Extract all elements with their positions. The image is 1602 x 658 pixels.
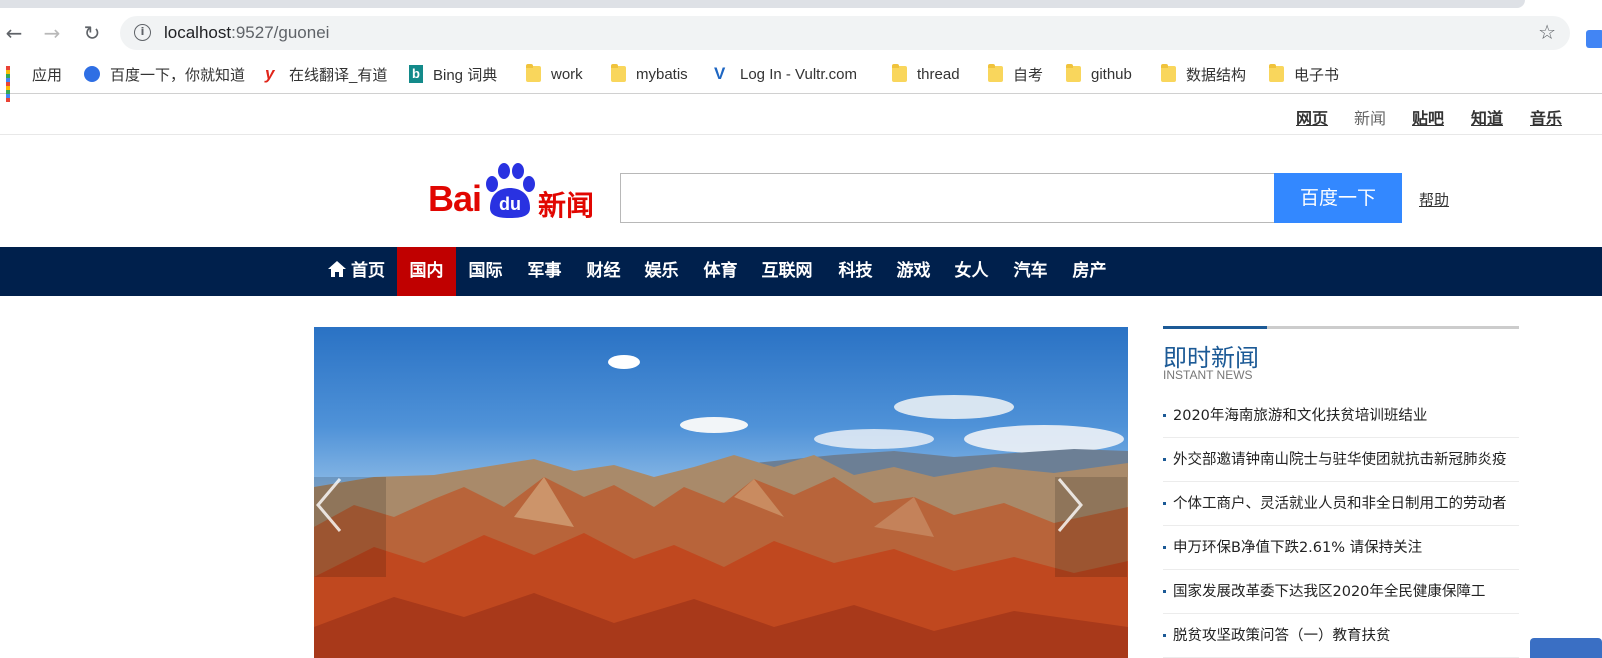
- home-icon: [328, 261, 346, 277]
- topnav-web[interactable]: 网页: [1296, 105, 1328, 129]
- chevron-right-icon: [1057, 478, 1083, 532]
- youdao-icon: y: [265, 64, 275, 83]
- bookmark-bing[interactable]: b Bing 词典: [409, 63, 497, 85]
- bookmark-thread[interactable]: thread: [892, 63, 960, 85]
- bookmark-work[interactable]: work: [526, 63, 583, 85]
- extension-icon[interactable]: [1586, 30, 1602, 48]
- side-float-tab[interactable]: [1530, 638, 1602, 658]
- url-text[interactable]: localhost:9527/guonei: [164, 23, 329, 43]
- browser-toolbar: ← → ↻ i localhost:9527/guonei ☆: [0, 10, 1602, 54]
- channel-caijing[interactable]: 财经: [574, 247, 633, 296]
- logo-xinwen-text: 新闻: [538, 189, 595, 222]
- topnav-music[interactable]: 音乐: [1530, 105, 1562, 129]
- bookmark-baidu[interactable]: 百度一下，你就知道: [84, 63, 245, 85]
- apps-grid-icon: [6, 66, 22, 102]
- chevron-left-icon: [316, 478, 342, 532]
- topnav-zhidao[interactable]: 知道: [1471, 105, 1503, 129]
- channel-guoji[interactable]: 国际: [456, 247, 515, 296]
- folder-icon: [1161, 64, 1176, 82]
- channel-nvren[interactable]: 女人: [942, 247, 1001, 296]
- folder-icon: [988, 64, 1003, 82]
- news-item[interactable]: 脱贫攻坚政策问答（一）教育扶贫: [1163, 614, 1519, 658]
- channel-guonei[interactable]: 国内: [397, 247, 456, 296]
- address-bar[interactable]: i localhost:9527/guonei ☆: [120, 16, 1570, 50]
- bookmark-star-icon[interactable]: ☆: [1538, 20, 1556, 44]
- bookmark-ebooks[interactable]: 电子书: [1269, 63, 1339, 85]
- baidu-paw-logo-icon: du: [486, 163, 535, 218]
- bookmark-mybatis[interactable]: mybatis: [611, 63, 688, 85]
- folder-icon: [892, 64, 907, 82]
- instant-news-list: 2020年海南旅游和文化扶贫培训班结业 外交部邀请钟南山院士与驻华使团就抗击新冠…: [1163, 394, 1519, 658]
- top-nav: 网页 新闻 贴吧 知道 音乐: [0, 95, 1602, 135]
- channel-keji[interactable]: 科技: [826, 247, 885, 296]
- bookmark-data-structures[interactable]: 数据结构: [1161, 63, 1246, 85]
- panel-divider: [1163, 326, 1519, 329]
- vultr-icon: V: [714, 64, 726, 83]
- carousel-prev-button[interactable]: [314, 477, 386, 577]
- bookmark-youdao[interactable]: y 在线翻译_有道: [265, 63, 387, 85]
- channel-qiche[interactable]: 汽车: [1001, 247, 1060, 296]
- site-info-icon[interactable]: i: [134, 24, 151, 41]
- bookmark-zikao[interactable]: 自考: [988, 63, 1043, 85]
- back-icon[interactable]: ←: [0, 19, 28, 47]
- bookmark-apps[interactable]: 应用: [6, 63, 62, 102]
- headline-carousel[interactable]: [314, 327, 1128, 658]
- bookmark-github[interactable]: github: [1066, 63, 1132, 85]
- reload-icon[interactable]: ↻: [78, 19, 106, 47]
- news-item[interactable]: 申万环保B净值下跌2.61% 请保持关注: [1163, 526, 1519, 570]
- news-item[interactable]: 2020年海南旅游和文化扶贫培训班结业: [1163, 394, 1519, 438]
- channel-yule[interactable]: 娱乐: [632, 247, 691, 296]
- folder-icon: [1066, 64, 1081, 82]
- news-item[interactable]: 个体工商户、灵活就业人员和非全日制用工的劳动者: [1163, 482, 1519, 526]
- news-item[interactable]: 国家发展改革委下达我区2020年全民健康保障工: [1163, 570, 1519, 614]
- channel-bar: 首页 国内 国际 军事 财经 娱乐 体育 互联网 科技 游戏 女人 汽车 房产: [0, 247, 1602, 296]
- svg-text:du: du: [499, 194, 521, 214]
- logo-bai-text: Bai: [428, 178, 482, 219]
- baidu-paw-icon: [84, 66, 100, 82]
- bing-icon: b: [409, 65, 423, 83]
- search-input[interactable]: [620, 173, 1274, 223]
- topnav-news[interactable]: 新闻: [1354, 105, 1386, 129]
- folder-icon: [526, 64, 541, 82]
- folder-icon: [1269, 64, 1284, 82]
- carousel-image-mountains: [314, 355, 1128, 658]
- tab-strip: [0, 0, 1602, 10]
- channel-hulianwang[interactable]: 互联网: [752, 247, 822, 296]
- carousel-next-button[interactable]: [1055, 477, 1127, 577]
- forward-icon[interactable]: →: [38, 19, 66, 47]
- bookmark-vultr[interactable]: V Log In - Vultr.com: [714, 63, 857, 85]
- channel-youxi[interactable]: 游戏: [884, 247, 943, 296]
- channel-tiyu[interactable]: 体育: [691, 247, 750, 296]
- help-link[interactable]: 帮助: [1419, 189, 1449, 210]
- news-item[interactable]: 外交部邀请钟南山院士与驻华使团就抗击新冠肺炎疫: [1163, 438, 1519, 482]
- channel-home[interactable]: 首页: [320, 247, 392, 296]
- folder-icon: [611, 64, 626, 82]
- bookmarks-bar: 应用 百度一下，你就知道 y 在线翻译_有道 b Bing 词典 work myba…: [0, 54, 1602, 102]
- topnav-tieba[interactable]: 贴吧: [1412, 105, 1444, 129]
- baidu-news-logo[interactable]: Bai du 新闻: [428, 160, 598, 222]
- instant-news-subtitle: INSTANT NEWS: [1163, 368, 1253, 382]
- search-button[interactable]: 百度一下: [1274, 173, 1402, 223]
- instant-news-panel: 即时新闻 INSTANT NEWS 2020年海南旅游和文化扶贫培训班结业 外交…: [1163, 326, 1519, 658]
- channel-fangchan[interactable]: 房产: [1060, 247, 1119, 296]
- channel-junshi[interactable]: 军事: [515, 247, 574, 296]
